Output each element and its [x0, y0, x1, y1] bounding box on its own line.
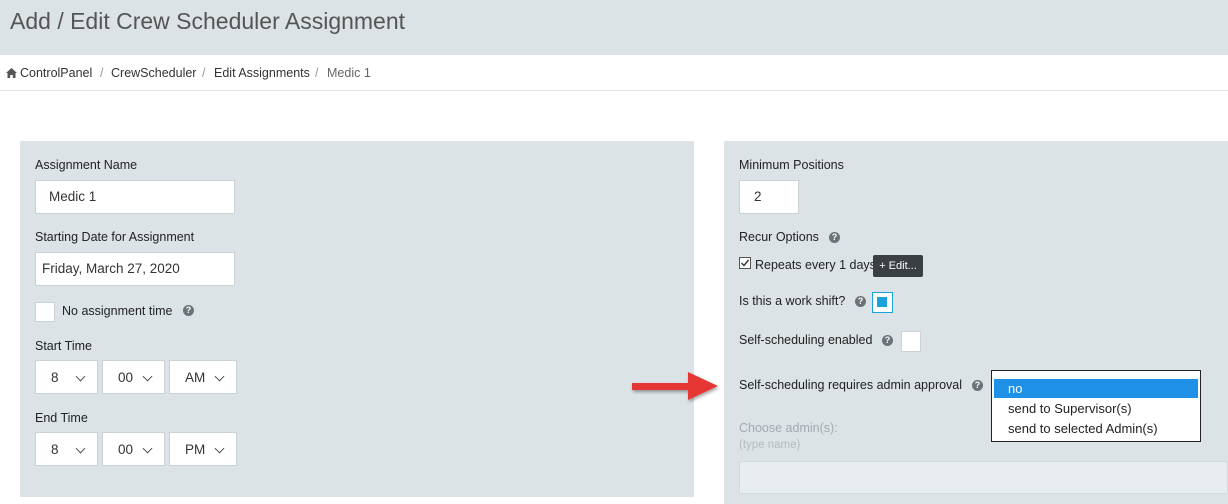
- end-minute-select[interactable]: 00: [102, 432, 165, 466]
- work-shift-label: Is this a work shift?: [739, 294, 846, 308]
- home-icon: [6, 68, 17, 78]
- no-assignment-time-checkbox[interactable]: [35, 302, 55, 322]
- repeats-text: Repeats every 1 days: [755, 258, 876, 272]
- help-icon[interactable]: ?: [829, 232, 840, 243]
- breadcrumb-separator: /: [100, 66, 104, 80]
- admin-approval-dropdown[interactable]: no send to Supervisor(s) send to selecte…: [991, 370, 1201, 442]
- recur-options-label: Recur Options: [739, 230, 819, 244]
- no-assignment-time-label: No assignment time: [62, 304, 173, 318]
- choose-admin-input[interactable]: [739, 461, 1228, 494]
- help-icon[interactable]: ?: [972, 380, 983, 391]
- chevron-down-icon: [75, 443, 86, 454]
- minimum-positions-input[interactable]: 2: [739, 180, 799, 214]
- chevron-down-icon: [142, 443, 153, 454]
- work-shift-checkbox[interactable]: [872, 292, 893, 313]
- end-time-label: End Time: [35, 411, 88, 425]
- checked-indicator: [877, 297, 887, 307]
- start-date-input[interactable]: Friday, March 27, 2020: [35, 252, 235, 286]
- chevron-down-icon: [214, 371, 225, 382]
- help-icon[interactable]: ?: [855, 296, 866, 307]
- red-arrow-icon: [632, 372, 718, 400]
- help-icon[interactable]: ?: [882, 335, 893, 346]
- edit-recurrence-button[interactable]: + Edit...: [873, 255, 923, 277]
- end-ampm-select[interactable]: PM: [169, 432, 237, 466]
- repeats-checkbox[interactable]: [739, 257, 751, 269]
- self-scheduling-checkbox[interactable]: [901, 331, 921, 352]
- option-no[interactable]: no: [994, 379, 1198, 398]
- admin-approval-label: Self-scheduling requires admin approval: [739, 378, 963, 392]
- end-minute-value: 00: [118, 442, 134, 457]
- start-minute-value: 00: [118, 370, 134, 385]
- end-hour-select[interactable]: 8: [35, 432, 98, 466]
- choose-admin-hint: (type name): [739, 439, 801, 451]
- breadcrumb-separator: /: [202, 66, 206, 80]
- breadcrumb-controlpanel[interactable]: ControlPanel: [6, 66, 92, 80]
- breadcrumb-edit-assignments[interactable]: Edit Assignments: [214, 66, 310, 80]
- start-time-label: Start Time: [35, 339, 92, 353]
- minimum-positions-label: Minimum Positions: [739, 158, 844, 172]
- assignment-name-label: Assignment Name: [35, 158, 138, 172]
- breadcrumb: ControlPanel / CrewScheduler / Edit Assi…: [0, 55, 1228, 91]
- breadcrumb-crewscheduler[interactable]: CrewScheduler: [111, 66, 196, 80]
- chevron-down-icon: [142, 371, 153, 382]
- start-hour-value: 8: [51, 370, 59, 385]
- breadcrumb-label: ControlPanel: [20, 66, 93, 80]
- end-ampm-value: PM: [185, 442, 206, 457]
- self-scheduling-label: Self-scheduling enabled: [739, 333, 873, 347]
- option-send-to-supervisors[interactable]: send to Supervisor(s): [994, 399, 1198, 418]
- chevron-down-icon: [214, 443, 225, 454]
- breadcrumb-separator: /: [315, 66, 319, 80]
- start-minute-select[interactable]: 00: [102, 360, 165, 394]
- start-ampm-value: AM: [185, 370, 206, 385]
- start-hour-select[interactable]: 8: [35, 360, 98, 394]
- breadcrumb-current: Medic 1: [327, 66, 371, 80]
- help-icon[interactable]: ?: [183, 305, 194, 316]
- end-hour-value: 8: [51, 442, 59, 457]
- page-title: Add / Edit Crew Scheduler Assignment: [10, 8, 406, 34]
- chevron-down-icon: [75, 371, 86, 382]
- start-date-label: Starting Date for Assignment: [35, 230, 195, 244]
- assignment-name-input[interactable]: Medic 1: [35, 180, 235, 214]
- page-header: Add / Edit Crew Scheduler Assignment: [0, 0, 1228, 55]
- option-send-to-selected-admins[interactable]: send to selected Admin(s): [994, 419, 1198, 438]
- start-ampm-select[interactable]: AM: [169, 360, 237, 394]
- choose-admin-label: Choose admin(s):: [739, 421, 838, 435]
